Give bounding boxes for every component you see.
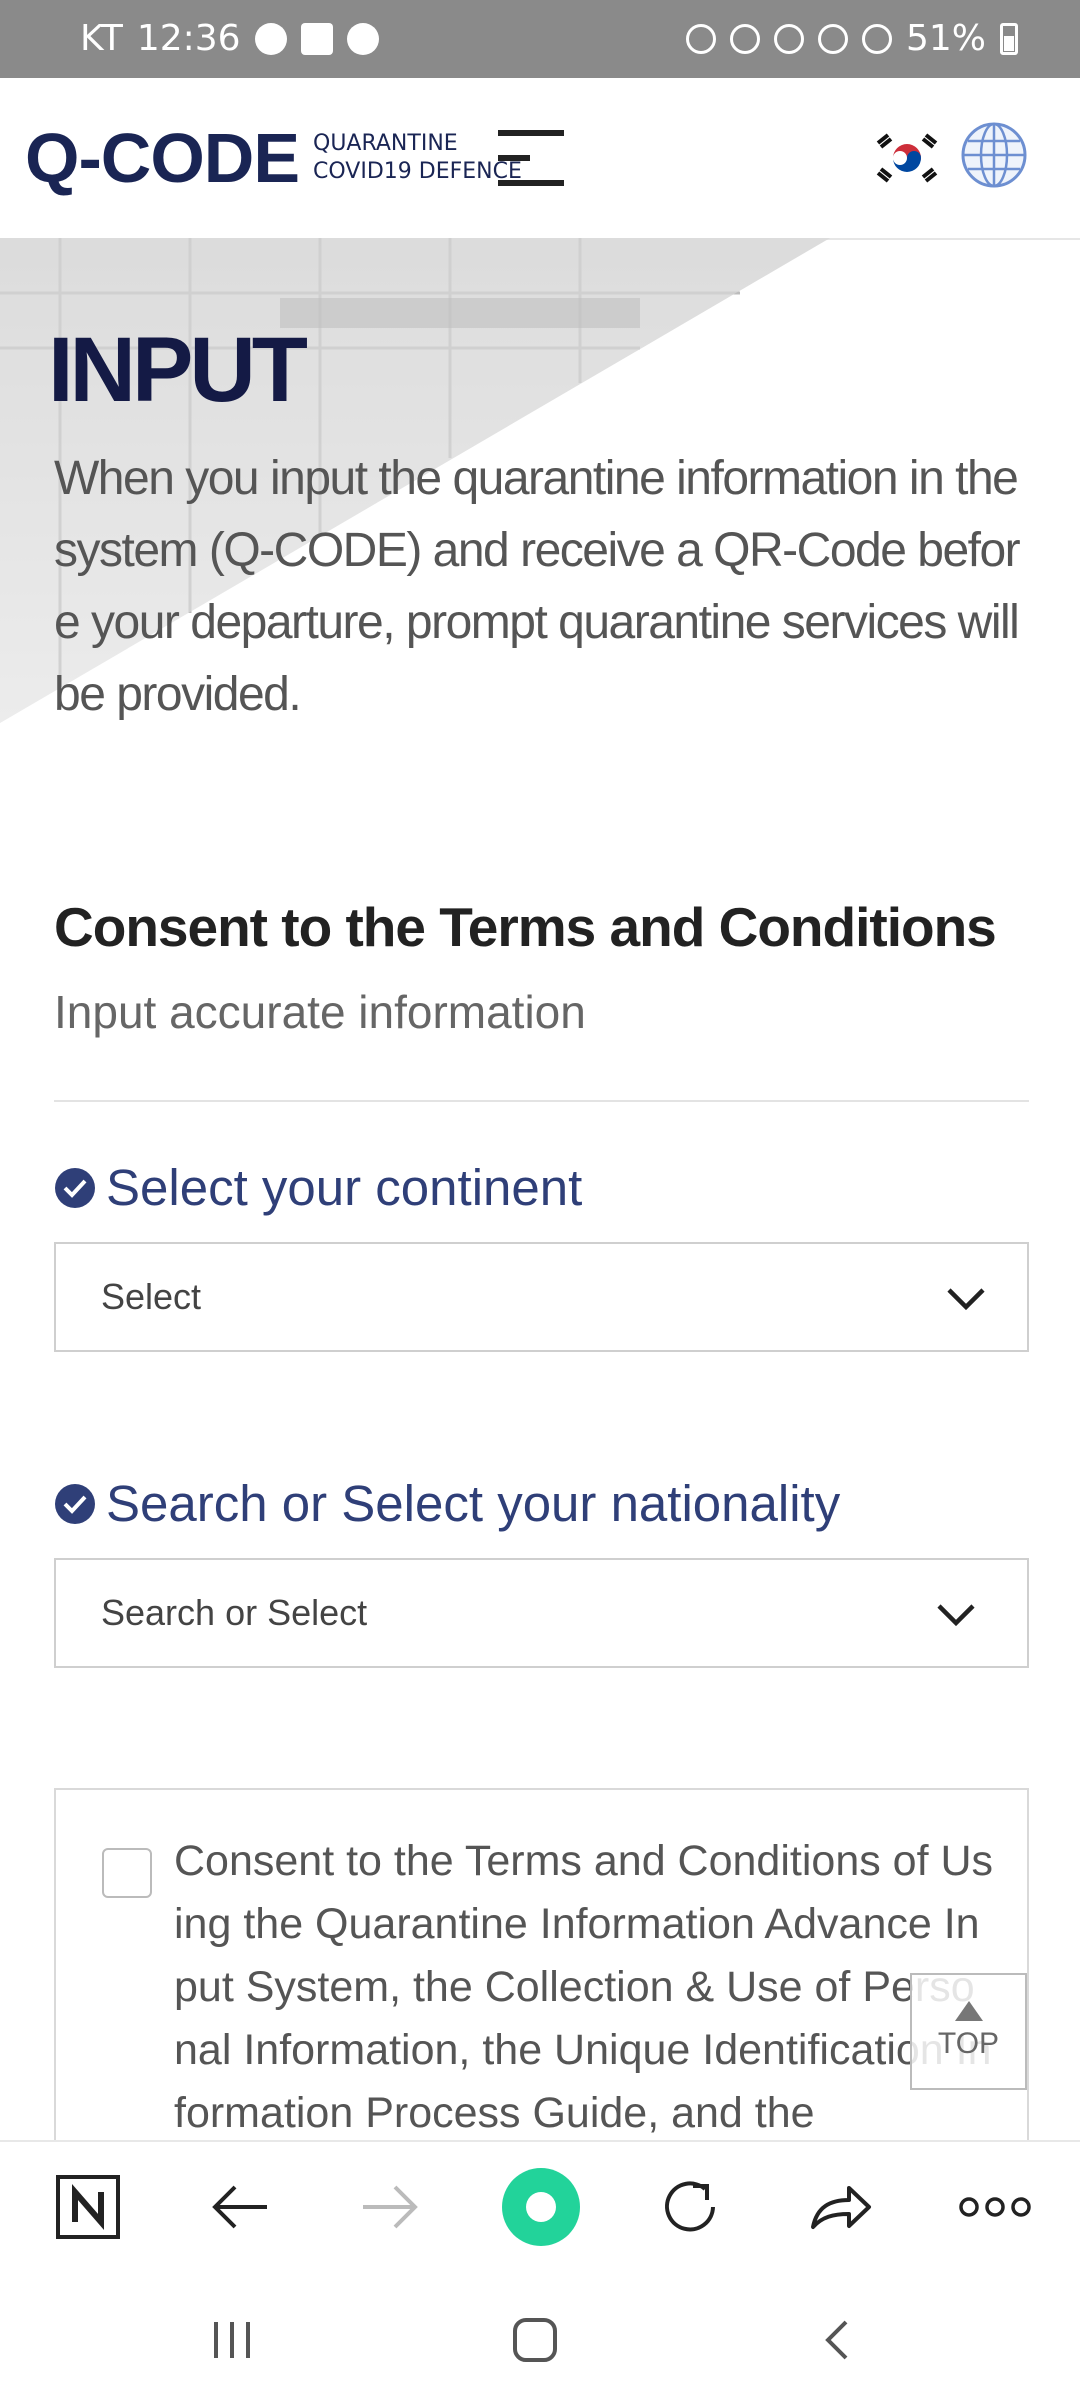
section-subtitle: Input accurate information [54,986,586,1038]
scroll-top-button[interactable]: TOP [910,1973,1027,2090]
scroll-top-label: TOP [937,2027,1000,2060]
nationality-label-text: Search or Select your nationality [106,1475,841,1532]
battery-icon [1000,22,1018,55]
logo-wordmark: Q-CODE [25,118,300,198]
chat-notification-icon [346,22,379,55]
page-description: When you input the quarantine informatio… [54,452,1021,721]
signal-icon [861,23,892,54]
logo-subtitle-line1: QUARANTINE [313,131,458,156]
talk-notification-icon [254,22,287,55]
recent-apps-icon[interactable] [202,2310,262,2370]
terms-consent-checkbox[interactable] [102,1848,152,1898]
continent-label: Select your continent [54,1158,582,1217]
menu-line-1 [498,130,564,136]
chevron-down-icon [947,1288,985,1311]
menu-line-2 [498,155,530,161]
site-header: Q-CODE QUARANTINE COVID19 DEFENCE [0,78,1080,240]
hero-section: INPUT When you input the quarantine info… [0,238,1080,738]
back-arrow-icon[interactable] [205,2172,275,2242]
section-divider [54,1100,1029,1102]
status-bar: KT 12:36 51% [0,0,1080,78]
terms-consent-text[interactable]: Consent to the Terms and Conditions of U… [174,1830,994,2145]
korean-flag-icon[interactable] [872,123,942,193]
browser-toolbar [0,2140,1080,2272]
alarm-icon [685,23,716,54]
terms-consent-box: Consent to the Terms and Conditions of U… [54,1788,1029,2188]
forward-arrow-icon[interactable] [355,2172,425,2242]
logo-subtitle-line2: COVID19 DEFENCE [313,159,522,184]
logo-code: -CODE [78,119,300,197]
continent-label-text: Select your continent [106,1159,583,1216]
carrier-label: KT [80,18,123,59]
system-navigation-bar [0,2270,1080,2400]
globe-language-icon[interactable] [960,121,1028,189]
wifi-icon [773,23,804,54]
home-icon[interactable] [505,2310,565,2370]
hd-icon [817,23,848,54]
share-icon[interactable] [805,2172,875,2242]
menu-button[interactable] [498,130,564,186]
gallery-notification-icon [300,22,333,55]
check-circle-icon [55,1483,95,1524]
battery-percent: 51% [905,18,986,59]
logo-q: Q [25,119,79,197]
menu-line-3 [498,180,564,186]
continent-select-value: Select [101,1276,202,1317]
clock: 12:36 [136,18,241,59]
more-options-icon[interactable] [955,2172,1035,2242]
nationality-select[interactable]: Search or Select [54,1558,1029,1668]
nationality-select-value: Search or Select [101,1592,368,1633]
status-left: KT 12:36 [80,18,379,59]
mute-icon [729,23,760,54]
status-right: 51% [685,18,1018,59]
nationality-label: Search or Select your nationality [54,1474,840,1533]
chevron-down-icon [937,1604,975,1627]
system-back-icon[interactable] [808,2310,868,2370]
section-title: Consent to the Terms and Conditions [54,896,997,958]
naver-home-icon[interactable] [53,2172,123,2242]
logo-subtitle: QUARANTINE COVID19 DEFENCE [313,130,522,186]
green-dot-icon[interactable] [500,2166,582,2248]
refresh-icon[interactable] [655,2172,725,2242]
arrow-up-icon [954,2001,983,2021]
check-circle-icon [55,1167,95,1208]
qcode-logo[interactable]: Q-CODE QUARANTINE COVID19 DEFENCE [25,118,522,198]
continent-select[interactable]: Select [54,1242,1029,1352]
page-title: INPUT [48,319,308,421]
